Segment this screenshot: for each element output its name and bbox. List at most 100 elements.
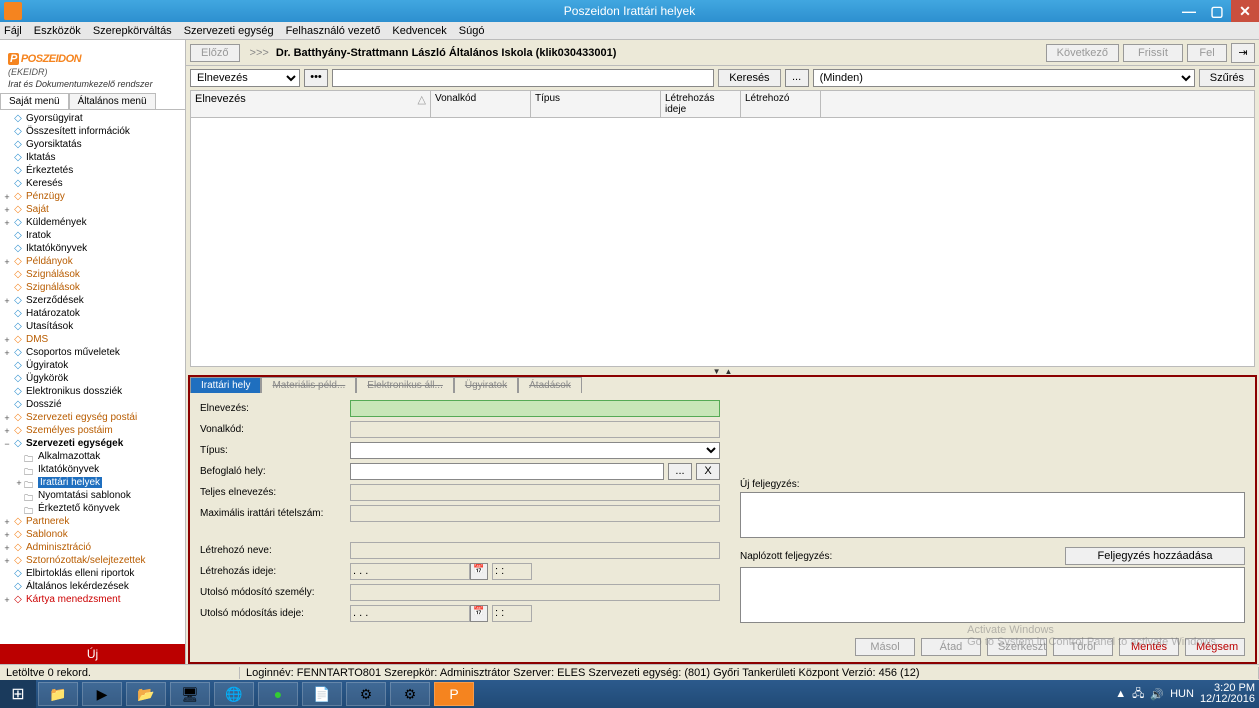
- col-letrehozo[interactable]: Létrehozó: [741, 91, 821, 117]
- tree-item[interactable]: +Pénzügy: [0, 190, 185, 203]
- menu-eszkozok[interactable]: Eszközök: [34, 25, 81, 37]
- tab-ugyiratok[interactable]: Ügyiratok: [454, 377, 518, 393]
- taskbar-poszeidon-icon[interactable]: P: [434, 682, 474, 706]
- tree-item[interactable]: +Adminisztráció: [0, 541, 185, 554]
- splitter[interactable]: ▼▲: [186, 367, 1259, 375]
- taskbar-folder-icon[interactable]: 📂: [126, 682, 166, 706]
- input-modosito[interactable]: [350, 584, 720, 601]
- calendar-icon[interactable]: 📅: [470, 563, 488, 580]
- transfer-button[interactable]: Átad: [921, 638, 981, 656]
- calendar-icon-2[interactable]: 📅: [470, 605, 488, 622]
- taskbar-app3-icon[interactable]: ●: [258, 682, 298, 706]
- tree-item[interactable]: +🗀Irattári helyek: [0, 476, 185, 489]
- start-button[interactable]: ⊞: [0, 680, 36, 708]
- tree-item[interactable]: +Kártya menedzsment: [0, 593, 185, 606]
- tree-item[interactable]: Gyorsügyirat: [0, 112, 185, 125]
- input-letrehozas-date[interactable]: [350, 563, 470, 580]
- textarea-uj-feljegyzes[interactable]: [740, 492, 1245, 538]
- tree-item[interactable]: Keresés: [0, 177, 185, 190]
- tree-item[interactable]: +Küldemények: [0, 216, 185, 229]
- tray-clock[interactable]: 3:20 PM 12/12/2016: [1200, 683, 1255, 705]
- tree-item[interactable]: −Szervezeti egységek: [0, 437, 185, 450]
- menu-sugo[interactable]: Súgó: [459, 25, 485, 37]
- tree-item[interactable]: Szignálások: [0, 281, 185, 294]
- input-befoglalo[interactable]: [350, 463, 664, 480]
- tree-item[interactable]: +Sztornózottak/selejtezettek: [0, 554, 185, 567]
- input-modositas-time[interactable]: [492, 605, 532, 622]
- copy-button[interactable]: Másol: [855, 638, 915, 656]
- befoglalo-clear-button[interactable]: X: [696, 463, 720, 480]
- tree-item[interactable]: Ügyiratok: [0, 359, 185, 372]
- menu-szerepkorvaltas[interactable]: Szerepkörváltás: [93, 25, 172, 37]
- taskbar-app4-icon[interactable]: 📄: [302, 682, 342, 706]
- tab-elektronikus[interactable]: Elektronikus áll...: [356, 377, 454, 393]
- tree-item[interactable]: 🗀Nyomtatási sablonok: [0, 489, 185, 502]
- pin-icon[interactable]: ⇥: [1231, 43, 1255, 63]
- search-more-button[interactable]: ...: [785, 69, 809, 87]
- tree-item[interactable]: Összesített információk: [0, 125, 185, 138]
- sidebar-tab-own[interactable]: Saját menü: [0, 93, 69, 109]
- tree-item[interactable]: Ügykörök: [0, 372, 185, 385]
- maximize-button[interactable]: ▢: [1203, 0, 1231, 22]
- tree-item[interactable]: +Csoportos műveletek: [0, 346, 185, 359]
- input-max[interactable]: [350, 505, 720, 522]
- tab-irattari-hely[interactable]: Irattári hely: [190, 377, 261, 393]
- textarea-naplozott[interactable]: [740, 567, 1245, 623]
- col-tipus[interactable]: Típus: [531, 91, 661, 117]
- select-tipus[interactable]: [350, 442, 720, 459]
- taskbar-app5-icon[interactable]: ⚙: [346, 682, 386, 706]
- search-input[interactable]: [332, 69, 714, 87]
- tree-item[interactable]: 🗀Érkeztető könyvek: [0, 502, 185, 515]
- tree-item[interactable]: Elektronikus dossziék: [0, 385, 185, 398]
- tree-item[interactable]: +Sablonok: [0, 528, 185, 541]
- filter-combo[interactable]: (Minden): [813, 69, 1195, 87]
- next-button[interactable]: Következő: [1046, 44, 1119, 62]
- search-field-combo[interactable]: Elnevezés: [190, 69, 300, 87]
- up-button[interactable]: Fel: [1187, 44, 1227, 62]
- col-letrehozas-ideje[interactable]: Létrehozás ideje: [661, 91, 741, 117]
- grid-body[interactable]: [190, 118, 1255, 367]
- tree-item[interactable]: +Szervezeti egység postái: [0, 411, 185, 424]
- taskbar-app1-icon[interactable]: 🖥: [170, 682, 210, 706]
- tray-flag-icon[interactable]: ▲: [1115, 688, 1126, 700]
- search-options-button[interactable]: •••: [304, 69, 328, 87]
- tree-item[interactable]: +Saját: [0, 203, 185, 216]
- tray-lang[interactable]: HUN: [1170, 688, 1194, 700]
- menu-felhasznalo-vezeto[interactable]: Felhasználó vezető: [286, 25, 381, 37]
- save-button[interactable]: Mentés: [1119, 638, 1179, 656]
- tree-item[interactable]: 🗀Alkalmazottak: [0, 450, 185, 463]
- tree-item[interactable]: +Partnerek: [0, 515, 185, 528]
- menu-szervezeti-egyseg[interactable]: Szervezeti egység: [184, 25, 274, 37]
- tray-network-icon[interactable]: 🖧: [1132, 685, 1144, 704]
- input-letrehozas-time[interactable]: [492, 563, 532, 580]
- col-vonalkod[interactable]: Vonalkód: [431, 91, 531, 117]
- prev-button[interactable]: Előző: [190, 44, 240, 62]
- sidebar-new-button[interactable]: Új: [0, 644, 185, 664]
- cancel-button[interactable]: Mégsem: [1185, 638, 1245, 656]
- refresh-button[interactable]: Frissít: [1123, 44, 1183, 62]
- taskbar-powershell-icon[interactable]: ▶: [82, 682, 122, 706]
- taskbar-app6-icon[interactable]: ⚙: [390, 682, 430, 706]
- filter-button[interactable]: Szűrés: [1199, 69, 1255, 87]
- taskbar-explorer-icon[interactable]: 📁: [38, 682, 78, 706]
- tree-item[interactable]: Gyorsiktatás: [0, 138, 185, 151]
- delete-button[interactable]: Töröl: [1053, 638, 1113, 656]
- edit-button[interactable]: Szerkeszt: [987, 638, 1047, 656]
- tree-item[interactable]: Szignálások: [0, 268, 185, 281]
- input-elnevezes[interactable]: [350, 400, 720, 417]
- add-note-button[interactable]: Feljegyzés hozzáadása: [1065, 547, 1245, 565]
- tree-item[interactable]: +Szerződések: [0, 294, 185, 307]
- menu-kedvencek[interactable]: Kedvencek: [392, 25, 446, 37]
- tray-volume-icon[interactable]: 🔊: [1150, 688, 1164, 701]
- tab-materialis[interactable]: Materiális péld...: [261, 377, 356, 393]
- col-elnevezes[interactable]: Elnevezés △: [191, 91, 431, 117]
- input-teljes[interactable]: [350, 484, 720, 501]
- tree-item[interactable]: +Személyes postáim: [0, 424, 185, 437]
- menu-fajl[interactable]: Fájl: [4, 25, 22, 37]
- tree-item[interactable]: +DMS: [0, 333, 185, 346]
- tree-item[interactable]: Iktatás: [0, 151, 185, 164]
- tree-item[interactable]: Határozatok: [0, 307, 185, 320]
- tree-item[interactable]: Dosszié: [0, 398, 185, 411]
- sidebar-tab-general[interactable]: Általános menü: [69, 93, 156, 109]
- tree-item[interactable]: +Példányok: [0, 255, 185, 268]
